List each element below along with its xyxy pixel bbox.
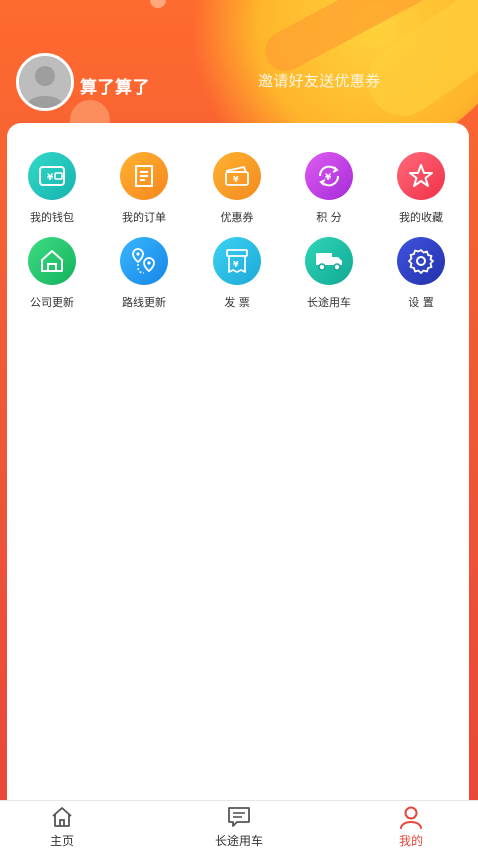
tab-home[interactable]: 主页: [12, 801, 112, 850]
menu-label: 长途用车: [307, 296, 351, 309]
tab-label: 长途用车: [214, 834, 263, 848]
star-icon: [397, 152, 445, 200]
menu-label: 路线更新: [122, 296, 166, 309]
points-icon: ¥: [305, 152, 353, 200]
invoice-icon: ¥: [213, 237, 261, 285]
coupon-icon: ¥: [213, 152, 261, 200]
menu-label: 发 票: [224, 296, 250, 309]
user-icon: [400, 806, 422, 829]
menu-label: 我的订单: [122, 211, 166, 224]
menu-item-long-distance[interactable]: 长途用车: [284, 237, 374, 317]
profile-screen: 算了算了 邀请好友送优惠券 ¥ 我的钱包 我的订单 ¥ 优惠券 ¥ 积 分 我的…: [0, 0, 478, 850]
invite-friends-link[interactable]: 邀请好友送优惠券: [258, 70, 380, 91]
message-icon: [228, 807, 250, 827]
header-decoration: [258, 0, 478, 79]
bottom-tab-bar: 主页 长途用车 我的: [0, 800, 478, 850]
home-icon: [28, 237, 76, 285]
menu-item-wallet[interactable]: ¥ 我的钱包: [7, 152, 97, 232]
menu-card: ¥ 我的钱包 我的订单 ¥ 优惠券 ¥ 积 分 我的收藏 公司更新 路线更新 ¥…: [7, 123, 469, 803]
route-icon: [120, 237, 168, 285]
menu-item-favorites[interactable]: 我的收藏: [376, 152, 466, 232]
menu-label: 我的钱包: [30, 211, 74, 224]
svg-text:¥: ¥: [325, 173, 332, 183]
menu-item-invoice[interactable]: ¥ 发 票: [192, 237, 282, 317]
home-outline-icon: [52, 807, 72, 827]
menu-label: 积 分: [316, 211, 342, 224]
gear-icon: [397, 237, 445, 285]
default-avatar-icon: [19, 56, 71, 108]
tab-long-distance[interactable]: 长途用车: [189, 801, 289, 850]
header-decoration: [354, 0, 478, 130]
order-icon: [120, 152, 168, 200]
truck-icon: [305, 237, 353, 285]
svg-text:¥: ¥: [233, 260, 239, 269]
header-decoration: [150, 0, 166, 8]
avatar[interactable]: [16, 53, 74, 111]
username: 算了算了: [80, 78, 150, 98]
svg-text:¥: ¥: [233, 175, 239, 184]
wallet-icon: ¥: [28, 152, 76, 200]
tab-label: 主页: [49, 834, 74, 848]
menu-item-route-update[interactable]: 路线更新: [99, 237, 189, 317]
menu-item-points[interactable]: ¥ 积 分: [284, 152, 374, 232]
tab-label: 我的: [398, 834, 423, 848]
menu-label: 公司更新: [30, 296, 74, 309]
menu-item-coupons[interactable]: ¥ 优惠券: [192, 152, 282, 232]
menu-item-orders[interactable]: 我的订单: [99, 152, 189, 232]
svg-text:¥: ¥: [47, 173, 54, 183]
menu-label: 我的收藏: [399, 211, 443, 224]
menu-item-company-update[interactable]: 公司更新: [7, 237, 97, 317]
menu-label: 优惠券: [220, 211, 254, 224]
menu-item-settings[interactable]: 设 置: [376, 237, 466, 317]
menu-label: 设 置: [408, 296, 434, 309]
tab-mine[interactable]: 我的: [361, 801, 461, 850]
